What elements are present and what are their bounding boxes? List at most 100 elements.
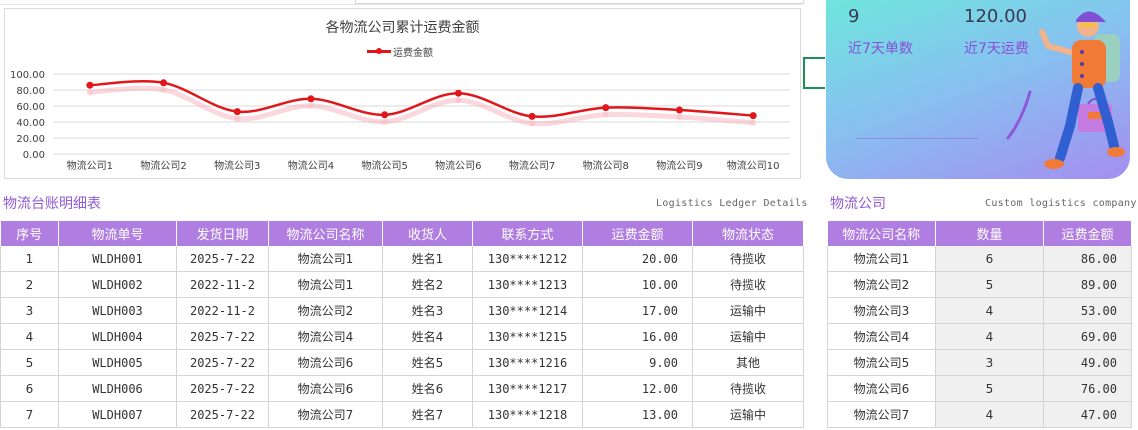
ledger-cell[interactable]: 9.00 [582,349,693,376]
ledger-cell[interactable]: 物流公司1 [268,271,383,298]
data-point [528,112,536,120]
company-cell[interactable]: 89.00 [1043,271,1132,298]
ledger-cell[interactable]: 3 [0,297,59,324]
company-cell[interactable]: 4 [935,323,1044,350]
ledger-cell[interactable]: WLDH005 [58,349,177,376]
ledger-cell[interactable]: 6 [0,375,59,402]
ledger-cell[interactable]: 姓名4 [382,323,473,350]
ledger-cell[interactable]: 姓名5 [382,349,473,376]
companies-header-name[interactable]: 物流公司名称 [827,221,936,246]
company-cell[interactable]: 3 [935,349,1044,376]
ledger-header-ship-date[interactable]: 发货日期 [176,221,269,246]
company-cell[interactable]: 86.00 [1043,246,1132,272]
ledger-cell[interactable]: 物流公司2 [268,297,383,324]
table-row: 物流公司6 5 76.00 [827,375,1132,402]
data-point-shadow [529,120,536,127]
ledger-cell[interactable]: 7 [0,401,59,428]
ledger-cell[interactable]: 13.00 [582,401,693,428]
ledger-cell[interactable]: WLDH004 [58,323,177,350]
company-cell[interactable]: 49.00 [1043,349,1132,376]
company-cell[interactable]: 物流公司4 [827,323,936,350]
ledger-cell[interactable]: 1 [0,246,59,272]
ledger-cell[interactable]: 10.00 [582,271,693,298]
ledger-cell[interactable]: WLDH007 [58,401,177,428]
ledger-cell[interactable]: 2025-7-22 [176,246,269,272]
chart-plot: 100.00 80.00 60.00 40.00 20.00 0.00 物流公司1 物流公司2… [10,70,790,172]
ledger-cell[interactable]: 130****1213 [472,271,583,298]
ledger-cell[interactable]: 物流公司1 [268,246,383,272]
company-cell[interactable]: 69.00 [1043,323,1132,350]
ledger-cell[interactable]: 2025-7-22 [176,401,269,428]
ledger-cell[interactable]: 运输中 [692,297,804,324]
ledger-header-status[interactable]: 物流状态 [692,221,804,246]
company-cell[interactable]: 53.00 [1043,297,1132,324]
ledger-cell[interactable]: 运输中 [692,401,804,428]
ledger-header-freight[interactable]: 运费金额 [582,221,693,246]
ledger-cell[interactable]: 2 [0,271,59,298]
ledger-cell[interactable]: 待揽收 [692,271,804,298]
ledger-cell[interactable]: 130****1216 [472,349,583,376]
company-cell[interactable]: 5 [935,271,1044,298]
company-cell[interactable]: 5 [935,375,1044,402]
ledger-subtitle: Logistics Ledger Details [656,198,808,209]
ledger-cell[interactable]: 2022-11-2 [176,271,269,298]
ledger-cell[interactable]: 130****1215 [472,323,583,350]
ledger-cell[interactable]: 物流公司4 [268,323,383,350]
company-cell[interactable]: 物流公司1 [827,246,936,272]
ledger-cell[interactable]: 姓名7 [382,401,473,428]
company-cell[interactable]: 76.00 [1043,375,1132,402]
ledger-cell[interactable]: 130****1212 [472,246,583,272]
ledger-cell[interactable]: 4 [0,323,59,350]
table-row: 物流公司7 4 47.00 [827,401,1132,428]
company-cell[interactable]: 物流公司6 [827,375,936,402]
ledger-header-index[interactable]: 序号 [0,221,59,246]
y-tick-label: 80.00 [16,86,45,97]
ledger-cell[interactable]: 130****1217 [472,375,583,402]
ledger-cell[interactable]: 姓名3 [382,297,473,324]
ledger-cell[interactable]: 20.00 [582,246,693,272]
ledger-cell[interactable]: 2022-11-2 [176,297,269,324]
ledger-cell[interactable]: 5 [0,349,59,376]
ledger-cell[interactable]: 姓名6 [382,375,473,402]
freight-chart[interactable]: 各物流公司累计运费金额 运费金额 100.00 80.00 60.00 40.00 20… [4,8,801,179]
ledger-cell[interactable]: 2025-7-22 [176,349,269,376]
ledger-cell[interactable]: 16.00 [582,323,693,350]
company-cell[interactable]: 4 [935,401,1044,428]
ledger-cell[interactable]: 17.00 [582,297,693,324]
ledger-cell[interactable]: 12.00 [582,375,693,402]
ledger-cell[interactable]: 其他 [692,349,804,376]
ledger-cell[interactable]: 姓名1 [382,246,473,272]
ledger-cell[interactable]: 运输中 [692,323,804,350]
x-tick-label: 物流公司10 [727,159,780,172]
ledger-cell[interactable]: WLDH003 [58,297,177,324]
company-cell[interactable]: 物流公司5 [827,349,936,376]
ledger-header-contact[interactable]: 联系方式 [472,221,583,246]
company-cell[interactable]: 47.00 [1043,401,1132,428]
ledger-header-company[interactable]: 物流公司名称 [268,221,383,246]
ledger-cell[interactable]: 姓名2 [382,271,473,298]
x-tick-label: 物流公司6 [435,159,481,172]
ledger-cell[interactable]: WLDH006 [58,375,177,402]
ledger-cell[interactable]: 待揽收 [692,246,804,272]
company-cell[interactable]: 4 [935,297,1044,324]
ledger-cell[interactable]: 待揽收 [692,375,804,402]
company-cell[interactable]: 物流公司7 [827,401,936,428]
companies-header-freight[interactable]: 运费金额 [1043,221,1132,246]
ledger-header-tracking-no[interactable]: 物流单号 [58,221,177,246]
ledger-cell[interactable]: 物流公司6 [268,375,383,402]
ledger-cell[interactable]: WLDH002 [58,271,177,298]
ledger-cell[interactable]: 2025-7-22 [176,375,269,402]
ledger-cell[interactable]: 130****1218 [472,401,583,428]
ledger-cell[interactable]: 130****1214 [472,297,583,324]
data-point-shadow [455,97,462,104]
company-cell[interactable]: 物流公司3 [827,297,936,324]
x-tick-label: 物流公司3 [214,159,260,172]
ledger-cell[interactable]: 物流公司6 [268,349,383,376]
company-cell[interactable]: 6 [935,246,1044,272]
ledger-cell[interactable]: 2025-7-22 [176,323,269,350]
ledger-cell[interactable]: WLDH001 [58,246,177,272]
ledger-cell[interactable]: 物流公司7 [268,401,383,428]
ledger-header-recipient[interactable]: 收货人 [382,221,473,246]
company-cell[interactable]: 物流公司2 [827,271,936,298]
companies-header-count[interactable]: 数量 [935,221,1044,246]
